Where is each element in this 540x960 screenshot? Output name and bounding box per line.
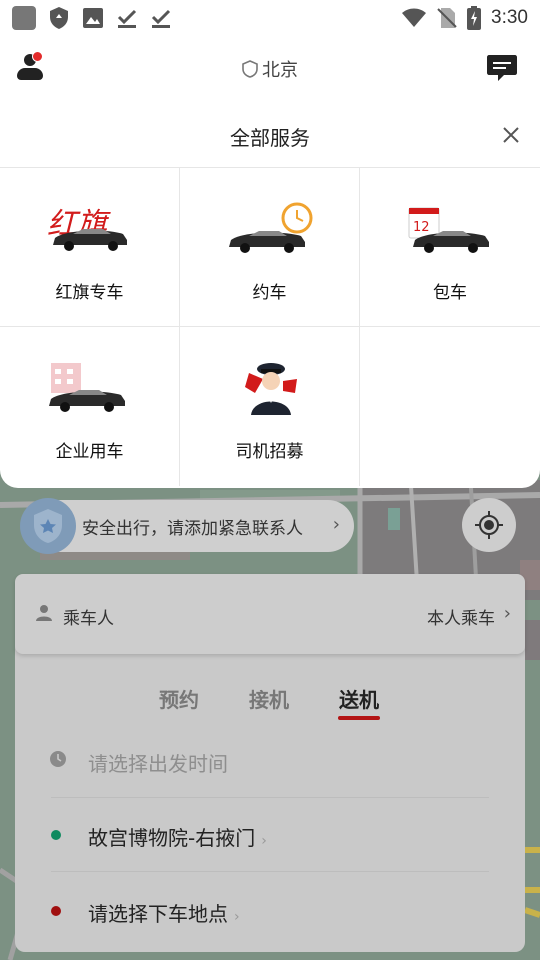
pickup-location-value: 故宫博物院-右掖门	[88, 826, 256, 850]
active-tab-indicator	[338, 716, 380, 720]
tab-airport-pickup[interactable]: 接机	[249, 684, 289, 713]
service-label: 司机招募	[235, 442, 304, 462]
service-label: 企业用车	[55, 442, 124, 462]
wifi-icon	[402, 8, 427, 27]
scheduled-car-icon	[225, 198, 315, 258]
service-label: 包车	[433, 283, 467, 303]
clock: 3:30	[491, 7, 528, 28]
tab-reserve[interactable]: 预约	[159, 684, 199, 713]
booking-tabs: 预约 接机 送机	[15, 684, 525, 724]
download-done-icon	[117, 9, 137, 28]
download-done-icon	[151, 9, 171, 28]
hongqi-car-icon: 红旗	[45, 198, 135, 258]
driver-recruit-icon	[225, 357, 315, 417]
chevron-right-icon: ›	[261, 833, 267, 849]
chevron-right-icon: ›	[332, 514, 340, 535]
dropoff-location-placeholder: 请选择下车地点	[88, 902, 228, 926]
safety-text: 安全出行，请添加紧急联系人	[82, 519, 303, 539]
dropoff-location-field[interactable]: 请选择下车地点 ›	[15, 874, 525, 948]
status-bar: 3:30	[0, 0, 540, 36]
service-item-scheduled[interactable]: 约车	[180, 168, 360, 327]
passenger-selector[interactable]: 乘车人 本人乘车 ›	[15, 574, 525, 654]
svg-text:12: 12	[413, 220, 430, 235]
panel-header: 全部服务	[0, 102, 540, 168]
locate-me-button[interactable]	[462, 498, 516, 552]
pickup-location-field[interactable]: 故宫博物院-右掖门 ›	[15, 798, 525, 872]
emergency-contact-banner[interactable]: 安全出行，请添加紧急联系人 ›	[20, 498, 354, 554]
city-label: 北京	[262, 60, 298, 81]
pickup-dot-icon	[51, 830, 61, 840]
messages-button[interactable]	[486, 54, 518, 82]
chevron-right-icon: ›	[503, 603, 511, 624]
service-item-driver-recruit[interactable]: 司机招募	[180, 327, 360, 486]
battery-charging-icon	[467, 6, 482, 30]
close-button[interactable]	[498, 122, 524, 148]
service-label: 约车	[252, 283, 287, 303]
dropoff-dot-icon	[51, 906, 61, 916]
shield-outline-icon	[242, 60, 258, 78]
service-item-hongqi[interactable]: 红旗 红旗专车	[0, 168, 180, 327]
clock-icon	[50, 751, 66, 767]
image-icon	[83, 8, 103, 28]
departure-time-placeholder: 请选择出发时间	[88, 752, 228, 776]
person-icon	[36, 605, 52, 621]
app-icon	[12, 6, 36, 30]
tab-airport-dropoff[interactable]: 送机	[339, 684, 379, 713]
divider	[51, 871, 489, 872]
departure-time-field[interactable]: 请选择出发时间	[15, 724, 525, 798]
passenger-value: 本人乘车	[427, 609, 495, 629]
city-selector[interactable]: 北京	[0, 56, 540, 82]
locate-icon	[475, 511, 503, 539]
message-icon	[487, 55, 517, 81]
panel-title: 全部服务	[230, 126, 310, 150]
chevron-right-icon: ›	[234, 909, 240, 925]
charter-car-icon: 12	[405, 198, 495, 258]
shield-icon	[50, 7, 68, 29]
empty-grid-cell	[360, 327, 540, 486]
service-label: 红旗专车	[55, 283, 124, 303]
close-icon	[503, 127, 519, 143]
services-panel: 全部服务 红旗 红旗专车 约车 12 包车 企业用车 司机招募	[0, 102, 540, 488]
safety-shield-icon	[20, 498, 76, 554]
dropoff-location-text: 请选择下车地点 ›	[88, 898, 240, 927]
service-item-enterprise[interactable]: 企业用车	[0, 327, 180, 486]
enterprise-car-icon	[45, 357, 135, 417]
passenger-label: 乘车人	[63, 609, 114, 629]
booking-card: 乘车人 本人乘车 › 预约 接机 送机 请选择出发时间 故宫博物院-右掖门 › 请…	[15, 574, 525, 952]
app-header: 北京	[0, 36, 540, 102]
no-sim-icon	[437, 8, 457, 28]
service-item-charter[interactable]: 12 包车	[360, 168, 540, 327]
pickup-location-text: 故宫博物院-右掖门 ›	[88, 822, 267, 851]
services-grid: 红旗 红旗专车 约车 12 包车 企业用车 司机招募	[0, 168, 540, 486]
